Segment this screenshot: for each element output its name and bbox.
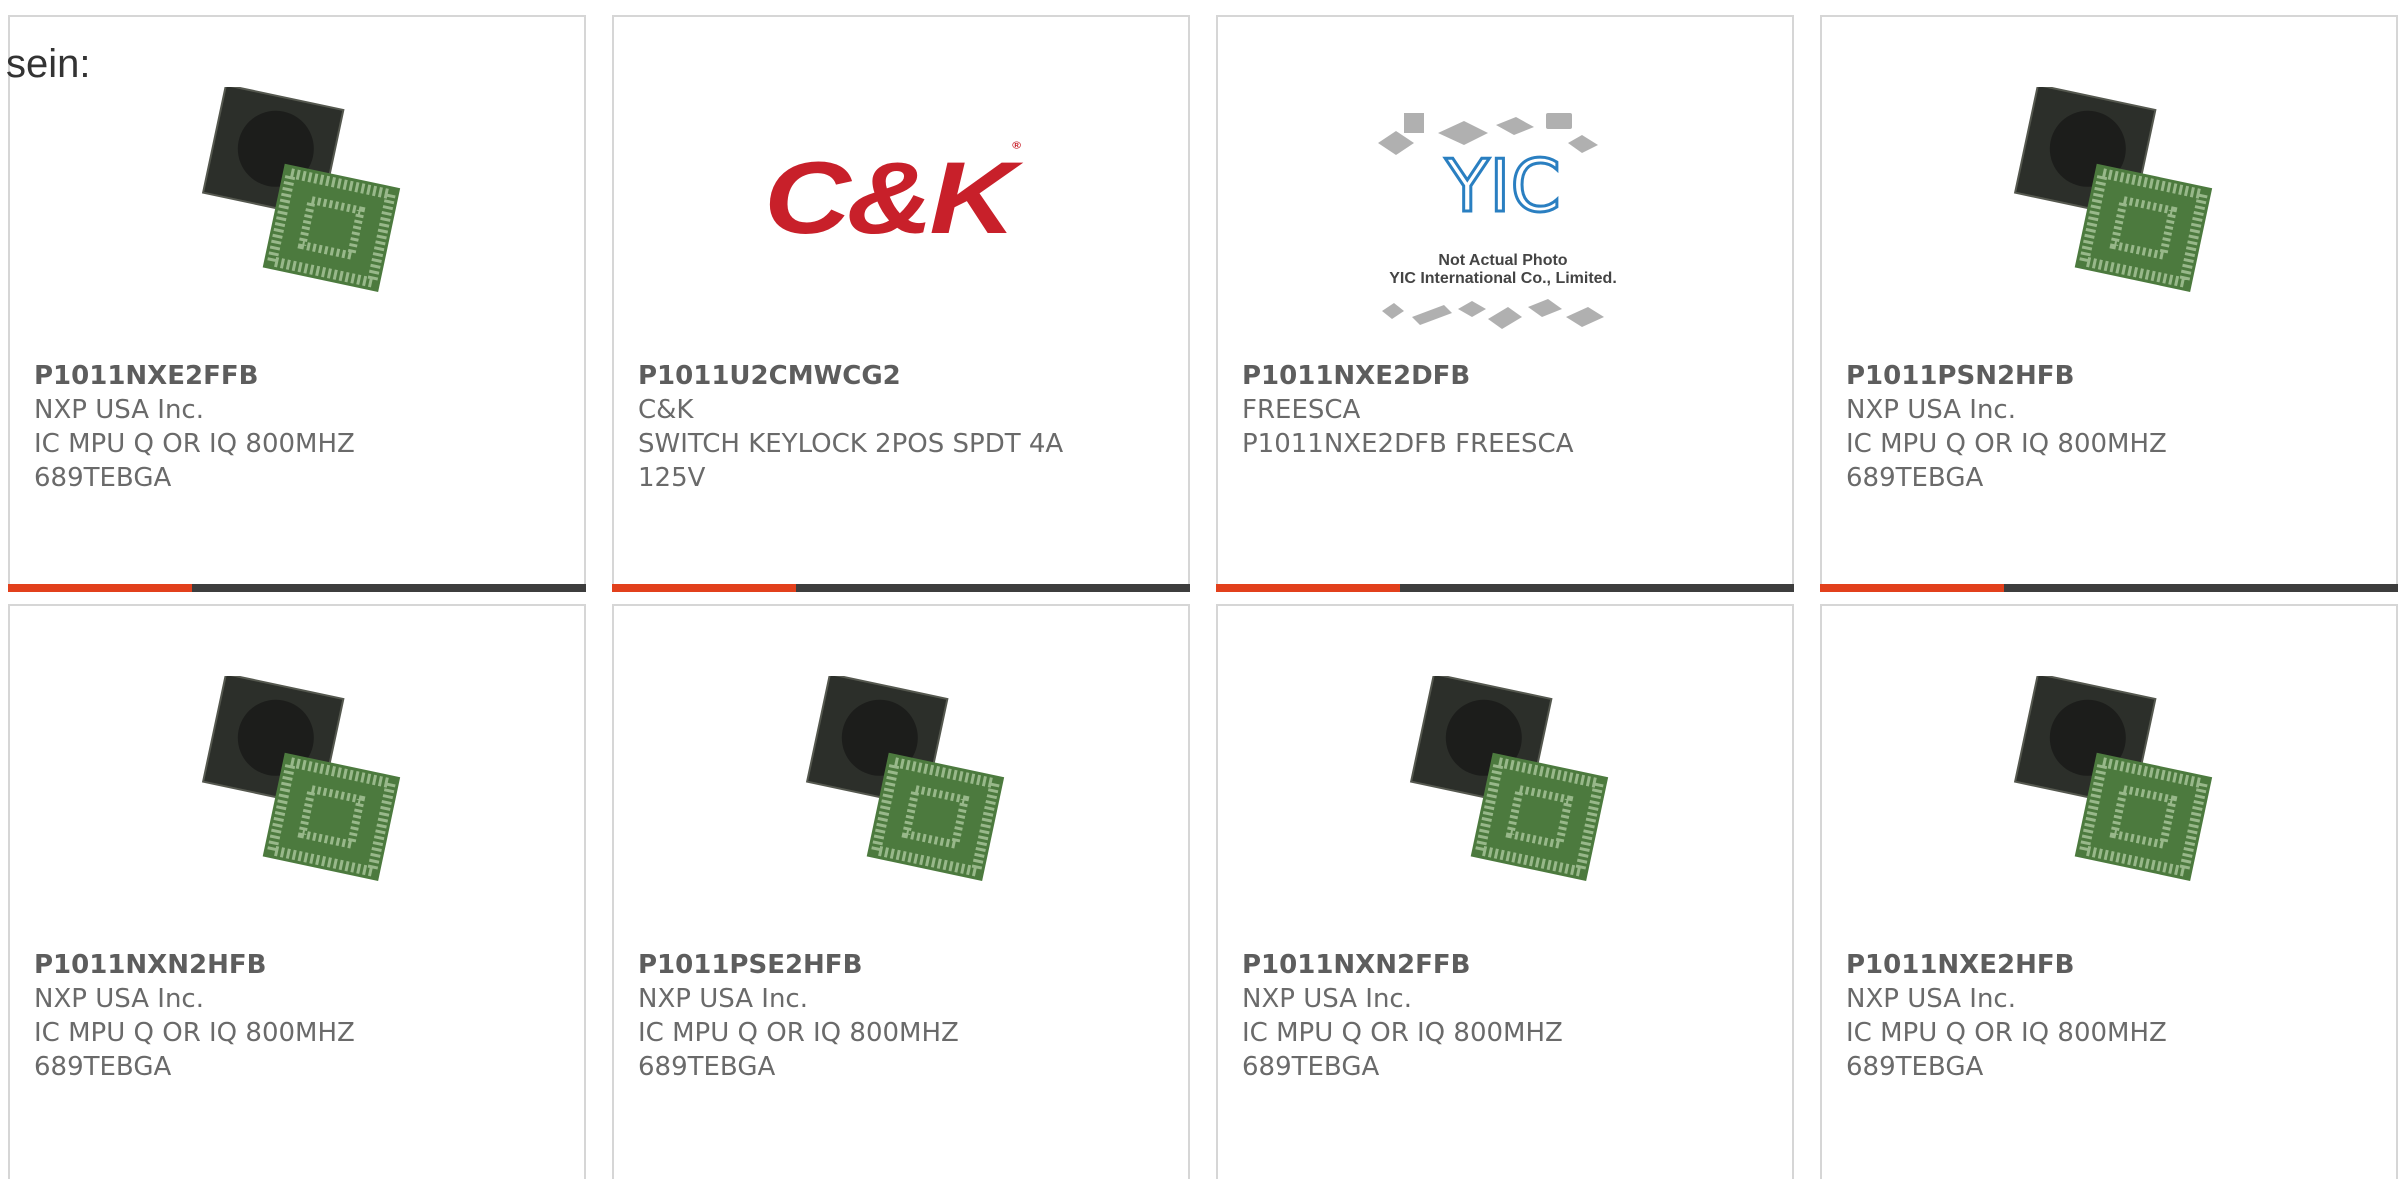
manufacturer: FREESCA [1242,395,1361,425]
card-accent-bar [612,584,796,592]
description: IC MPU Q OR IQ 800MHZ [34,1018,355,1048]
bga-chip-icon [201,676,401,881]
manufacturer: NXP USA Inc. [1242,984,1412,1014]
product-card[interactable]: P1011NXN2FFB NXP USA Inc. IC MPU Q OR IQ… [1216,604,1794,1179]
manufacturer: C&K [638,395,694,425]
card-accent-bar [8,584,192,592]
product-card[interactable]: P1011PSE2HFB NXP USA Inc. IC MPU Q OR IQ… [612,604,1190,1179]
placeholder-line-1: Not Actual Photo [1438,252,1567,269]
card-accent-bar [1216,584,1400,592]
part-number-link[interactable]: P1011PSN2HFB [1846,359,2376,393]
part-number-link[interactable]: P1011U2CMWCG2 [638,359,1168,393]
description: IC MPU Q OR IQ 800MHZ [638,1018,959,1048]
ck-logo-text: C&K [764,141,1016,255]
description: IC MPU Q OR IQ 800MHZ [1846,1018,2167,1048]
part-number-link[interactable]: P1011NXN2HFB [34,948,564,982]
manufacturer: NXP USA Inc. [1846,395,2016,425]
product-info: P1011PSN2HFB NXP USA Inc. IC MPU Q OR IQ… [1846,359,2376,495]
bga-chip-icon [1409,676,1609,881]
bga-chip-icon [805,676,1005,881]
product-card[interactable]: C&K® P1011U2CMWCG2 C&K SWITCH KEYLOCK 2P… [612,15,1190,592]
product-info: P1011U2CMWCG2 C&K SWITCH KEYLOCK 2POS SP… [638,359,1168,495]
bga-chip-icon [201,87,401,292]
description: IC MPU Q OR IQ 800MHZ [1242,1018,1563,1048]
manufacturer: NXP USA Inc. [1846,984,2016,1014]
description: SWITCH KEYLOCK 2POS SPDT 4A [638,429,1064,459]
manufacturer: NXP USA Inc. [34,395,204,425]
product-info: P1011PSE2HFB NXP USA Inc. IC MPU Q OR IQ… [638,948,1168,1084]
description-line-2: 689TEBGA [1846,1052,1984,1082]
part-number-link[interactable]: P1011NXE2FFB [34,359,564,393]
card-bottom-bar [1216,584,1794,592]
card-bottom-bar [1820,584,2398,592]
product-card[interactable]: YIC Not Actual Photo YIC International C… [1216,15,1794,592]
description: IC MPU Q OR IQ 800MHZ [1846,429,2167,459]
description-line-2: 125V [638,463,706,493]
intro-text: sein: [6,42,91,86]
description-line-2: 689TEBGA [638,1052,776,1082]
product-info: P1011NXE2HFB NXP USA Inc. IC MPU Q OR IQ… [1846,948,2376,1084]
product-grid: P1011NXE2FFB NXP USA Inc. IC MPU Q OR IQ… [0,0,2400,1179]
manufacturer: NXP USA Inc. [34,984,204,1014]
description: P1011NXE2DFB FREESCA [1242,429,1574,459]
card-accent-bar [1820,584,2004,592]
bga-chip-icon [2013,87,2213,292]
product-info: P1011NXN2FFB NXP USA Inc. IC MPU Q OR IQ… [1242,948,1772,1084]
description-line-2: 689TEBGA [34,463,172,493]
bga-chip-icon [2013,676,2213,881]
product-info: P1011NXE2FFB NXP USA Inc. IC MPU Q OR IQ… [34,359,564,495]
part-number-link[interactable]: P1011PSE2HFB [638,948,1168,982]
card-bottom-bar [612,584,1190,592]
placeholder-line-2: YIC International Co., Limited. [1389,270,1617,287]
product-card[interactable]: P1011NXE2FFB NXP USA Inc. IC MPU Q OR IQ… [8,15,586,592]
part-number-link[interactable]: P1011NXN2FFB [1242,948,1772,982]
part-number-link[interactable]: P1011NXE2HFB [1846,948,2376,982]
card-bottom-bar [8,584,586,592]
product-card[interactable]: P1011NXE2HFB NXP USA Inc. IC MPU Q OR IQ… [1820,604,2398,1179]
placeholder-photo-icon: YIC Not Actual Photo YIC International C… [1378,113,1617,329]
part-number-link[interactable]: P1011NXE2DFB [1242,359,1772,393]
product-card[interactable]: P1011PSN2HFB NXP USA Inc. IC MPU Q OR IQ… [1820,15,2398,592]
ck-logo: C&K® [764,139,1021,255]
description-line-2: 689TEBGA [1242,1052,1380,1082]
product-info: P1011NXN2HFB NXP USA Inc. IC MPU Q OR IQ… [34,948,564,1084]
manufacturer: NXP USA Inc. [638,984,808,1014]
yic-logo-text: YIC [1444,144,1561,228]
description: IC MPU Q OR IQ 800MHZ [34,429,355,459]
description-line-2: 689TEBGA [34,1052,172,1082]
product-card[interactable]: P1011NXN2HFB NXP USA Inc. IC MPU Q OR IQ… [8,604,586,1179]
description-line-2: 689TEBGA [1846,463,1984,493]
product-info: P1011NXE2DFB FREESCA P1011NXE2DFB FREESC… [1242,359,1772,461]
